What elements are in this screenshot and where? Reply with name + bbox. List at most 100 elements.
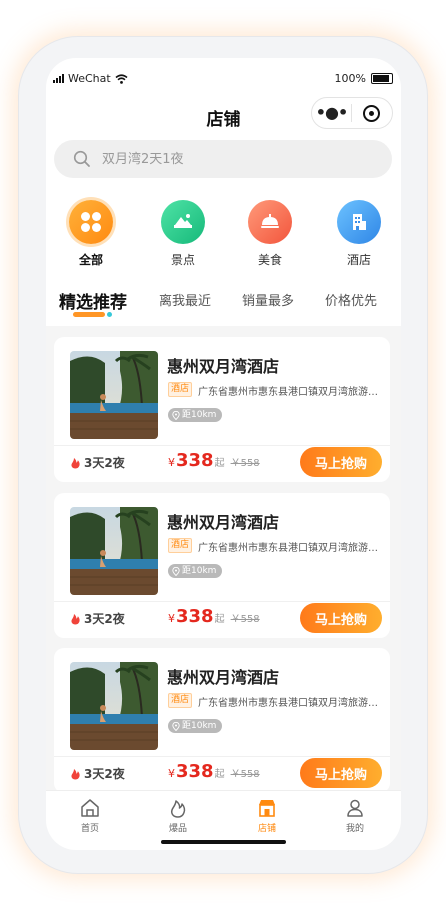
product-name[interactable]: 惠州双月湾酒店 bbox=[167, 509, 279, 533]
distance-text: 距10km bbox=[182, 566, 217, 576]
hotel-icon bbox=[337, 200, 381, 244]
tabbar-label: 首页 bbox=[80, 824, 99, 834]
price-suffix: 起 bbox=[214, 614, 225, 625]
more-icon[interactable]: •●• bbox=[312, 99, 351, 127]
distance-badge: 距10km bbox=[168, 719, 223, 733]
product-address: 广东省惠州市惠东县港口镇双月湾旅游度假区 bbox=[198, 543, 380, 554]
price: ¥ 338 起 ￥558 bbox=[168, 450, 260, 471]
duration-text: 3天2夜 bbox=[84, 612, 125, 626]
category-food[interactable]: 美食 bbox=[240, 200, 300, 268]
mountain-icon bbox=[161, 200, 205, 244]
duration-text: 3天2夜 bbox=[84, 767, 125, 781]
category-all[interactable]: 全部 bbox=[61, 200, 121, 268]
category-label: 景点 bbox=[170, 253, 195, 267]
product-address: 广东省惠州市惠东县港口镇双月湾旅游度假区 bbox=[198, 698, 380, 709]
grid-icon bbox=[69, 200, 113, 244]
distance-text: 距10km bbox=[182, 410, 217, 420]
battery-percent: 100% bbox=[334, 72, 366, 85]
currency-symbol: ¥ bbox=[168, 767, 175, 780]
category-label: 美食 bbox=[257, 253, 282, 267]
distance-badge: 距10km bbox=[168, 564, 223, 578]
location-pin-icon bbox=[172, 410, 180, 420]
status-right: 100% bbox=[335, 72, 393, 85]
home-indicator bbox=[161, 840, 286, 844]
product-name[interactable]: 惠州双月湾酒店 bbox=[167, 664, 279, 688]
tab-featured[interactable]: 精选推荐 bbox=[59, 288, 127, 313]
price-value: 338 bbox=[176, 761, 214, 782]
tabbar-mine[interactable]: 我的 bbox=[325, 797, 385, 834]
product-card[interactable]: 惠州双月湾酒店 酒店 广东省惠州市惠东县港口镇双月湾旅游度假区 距10km 3天… bbox=[54, 337, 390, 482]
distance-badge: 距10km bbox=[168, 408, 223, 422]
product-image[interactable] bbox=[70, 351, 158, 439]
price-value: 338 bbox=[176, 606, 214, 627]
flame-icon bbox=[171, 800, 186, 818]
shop-icon bbox=[259, 800, 275, 817]
tabbar-home[interactable]: 首页 bbox=[60, 797, 120, 834]
category-spot[interactable]: 景点 bbox=[153, 200, 213, 268]
flame-icon bbox=[71, 457, 80, 468]
price-suffix: 起 bbox=[214, 769, 225, 780]
wifi-icon bbox=[115, 73, 128, 84]
nav-bar: 店铺 •●• bbox=[46, 94, 401, 138]
product-list: 惠州双月湾酒店 酒店 广东省惠州市惠东县港口镇双月湾旅游度假区 距10km 3天… bbox=[46, 326, 401, 793]
category-label: 全部 bbox=[78, 253, 103, 267]
product-image[interactable] bbox=[70, 507, 158, 595]
close-mini-program-button[interactable] bbox=[352, 104, 391, 122]
bottom-tab-bar: 首页 爆品 店铺 我的 bbox=[46, 790, 401, 850]
distance-text: 距10km bbox=[182, 721, 217, 731]
location-pin-icon bbox=[172, 721, 180, 731]
tab-nearest[interactable]: 离我最近 bbox=[159, 290, 211, 309]
carrier-label: WeChat bbox=[68, 72, 111, 85]
buy-now-button[interactable]: 马上抢购 bbox=[300, 603, 382, 633]
phone-screen: WeChat 100% 店铺 •●• 全部 bbox=[46, 58, 401, 850]
tabbar-shop[interactable]: 店铺 bbox=[237, 797, 297, 834]
product-name[interactable]: 惠州双月湾酒店 bbox=[167, 353, 279, 377]
category-label: 酒店 bbox=[346, 253, 371, 267]
original-price: ￥558 bbox=[230, 614, 260, 625]
main-content: 全部 景点 美食 酒店 精选推荐 bbox=[46, 138, 401, 793]
category-tag: 酒店 bbox=[168, 382, 193, 397]
category-hotel[interactable]: 酒店 bbox=[329, 200, 389, 268]
card-divider bbox=[54, 601, 390, 602]
tabbar-hot[interactable]: 爆品 bbox=[148, 797, 208, 834]
duration: 3天2夜 bbox=[70, 765, 125, 782]
duration-text: 3天2夜 bbox=[84, 456, 125, 470]
card-divider bbox=[54, 756, 390, 757]
product-address: 广东省惠州市惠东县港口镇双月湾旅游度假区 bbox=[198, 387, 380, 398]
product-image[interactable] bbox=[70, 662, 158, 750]
dish-icon bbox=[248, 200, 292, 244]
product-card[interactable]: 惠州双月湾酒店 酒店 广东省惠州市惠东县港口镇双月湾旅游度假区 距10km 3天… bbox=[54, 493, 390, 638]
tab-price[interactable]: 价格优先 bbox=[325, 290, 377, 309]
status-left: WeChat bbox=[53, 72, 128, 85]
signal-icon bbox=[53, 74, 64, 83]
tabbar-label: 店铺 bbox=[257, 824, 276, 834]
user-icon bbox=[347, 799, 363, 817]
target-icon bbox=[363, 104, 380, 122]
original-price: ￥558 bbox=[230, 458, 260, 469]
price: ¥ 338 起 ￥558 bbox=[168, 761, 260, 782]
location-pin-icon bbox=[172, 566, 180, 576]
original-price: ￥558 bbox=[230, 769, 260, 780]
flame-icon bbox=[71, 613, 80, 624]
duration: 3天2夜 bbox=[70, 610, 125, 627]
currency-symbol: ¥ bbox=[168, 612, 175, 625]
search-bar[interactable] bbox=[54, 140, 392, 178]
product-card[interactable]: 惠州双月湾酒店 酒店 广东省惠州市惠东县港口镇双月湾旅游度假区 距10km 3天… bbox=[54, 648, 390, 793]
buy-now-button[interactable]: 马上抢购 bbox=[300, 447, 382, 477]
battery-icon bbox=[371, 73, 393, 84]
category-tag: 酒店 bbox=[168, 693, 193, 708]
search-input[interactable] bbox=[100, 150, 364, 168]
category-row: 全部 景点 美食 酒店 bbox=[46, 200, 401, 270]
price-value: 338 bbox=[176, 450, 214, 471]
mini-program-capsule: •●• bbox=[311, 97, 393, 129]
buy-now-button[interactable]: 马上抢购 bbox=[300, 758, 382, 788]
price-suffix: 起 bbox=[214, 458, 225, 469]
category-tag: 酒店 bbox=[168, 538, 193, 553]
status-bar: WeChat 100% bbox=[46, 58, 401, 94]
search-icon bbox=[73, 150, 90, 167]
home-icon bbox=[81, 799, 99, 817]
tabbar-label: 爆品 bbox=[168, 824, 187, 834]
tab-best-selling[interactable]: 销量最多 bbox=[242, 290, 294, 309]
tabbar-label: 我的 bbox=[345, 824, 364, 834]
sort-tabs: 精选推荐 离我最近 销量最多 价格优先 bbox=[46, 288, 401, 324]
